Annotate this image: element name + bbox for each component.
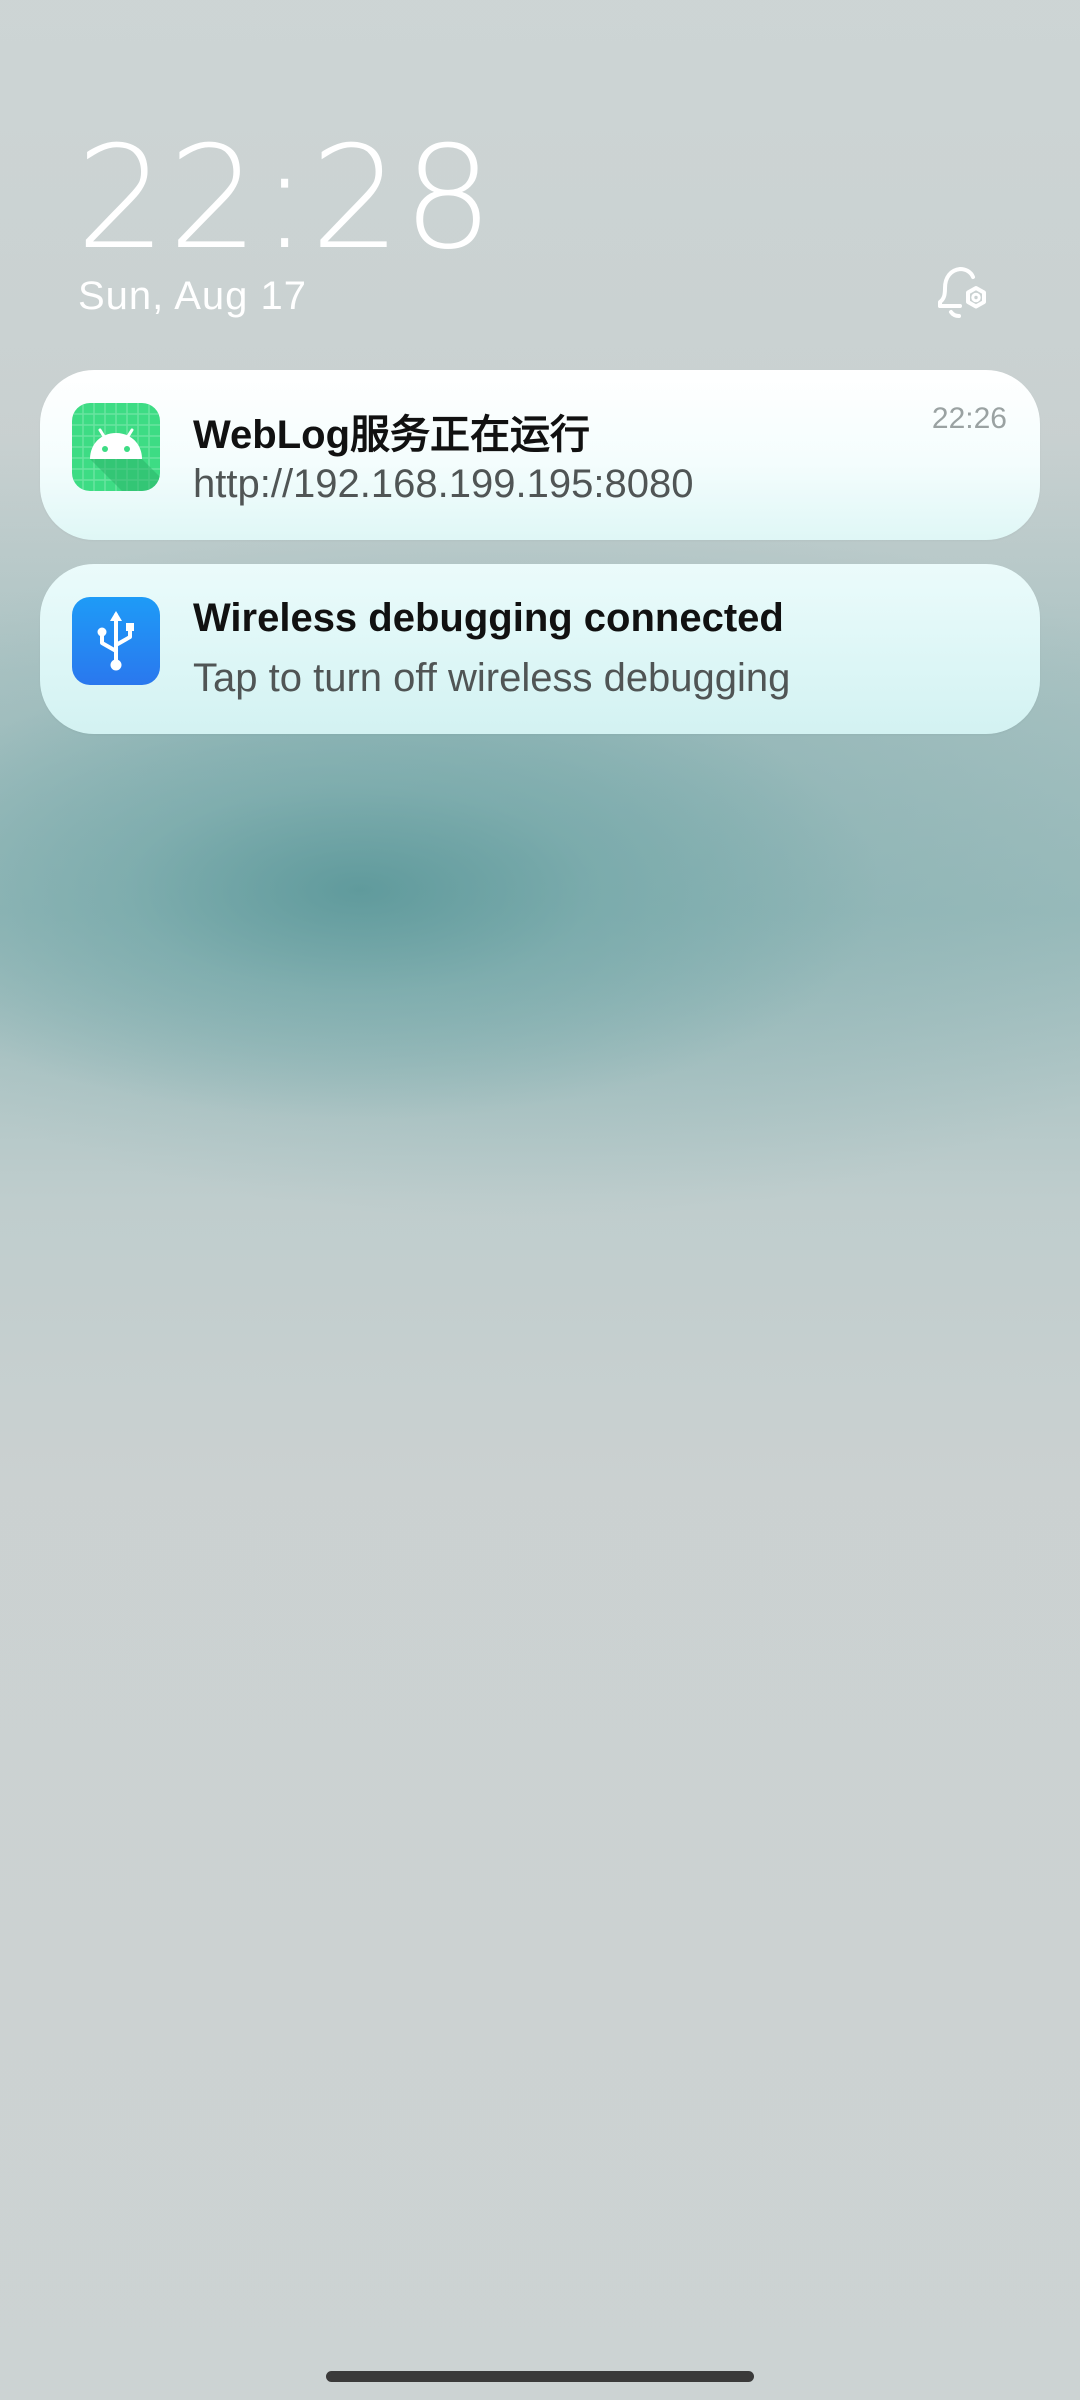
notification-title: WebLog服务正在运行 (193, 413, 591, 457)
android-icon (72, 403, 160, 491)
lockscreen-clock: 22:28 (76, 116, 496, 281)
notification-title: Wireless debugging connected (193, 596, 784, 640)
lockscreen-date: Sun, Aug 17 (78, 274, 307, 318)
notification-card-wireless-debugging[interactable]: Wireless debugging connected Tap to turn… (40, 564, 1040, 734)
usb-icon (72, 597, 160, 685)
home-indicator[interactable] (326, 2371, 754, 2382)
notification-card-weblog[interactable]: WebLog服务正在运行 http://192.168.199.195:8080… (40, 370, 1040, 540)
wallpaper (0, 0, 1080, 2400)
notification-text: http://192.168.199.195:8080 (193, 462, 694, 506)
notification-settings-icon[interactable] (926, 254, 996, 324)
notification-time: 22:26 (931, 402, 1007, 435)
notification-text: Tap to turn off wireless debugging (193, 656, 791, 700)
